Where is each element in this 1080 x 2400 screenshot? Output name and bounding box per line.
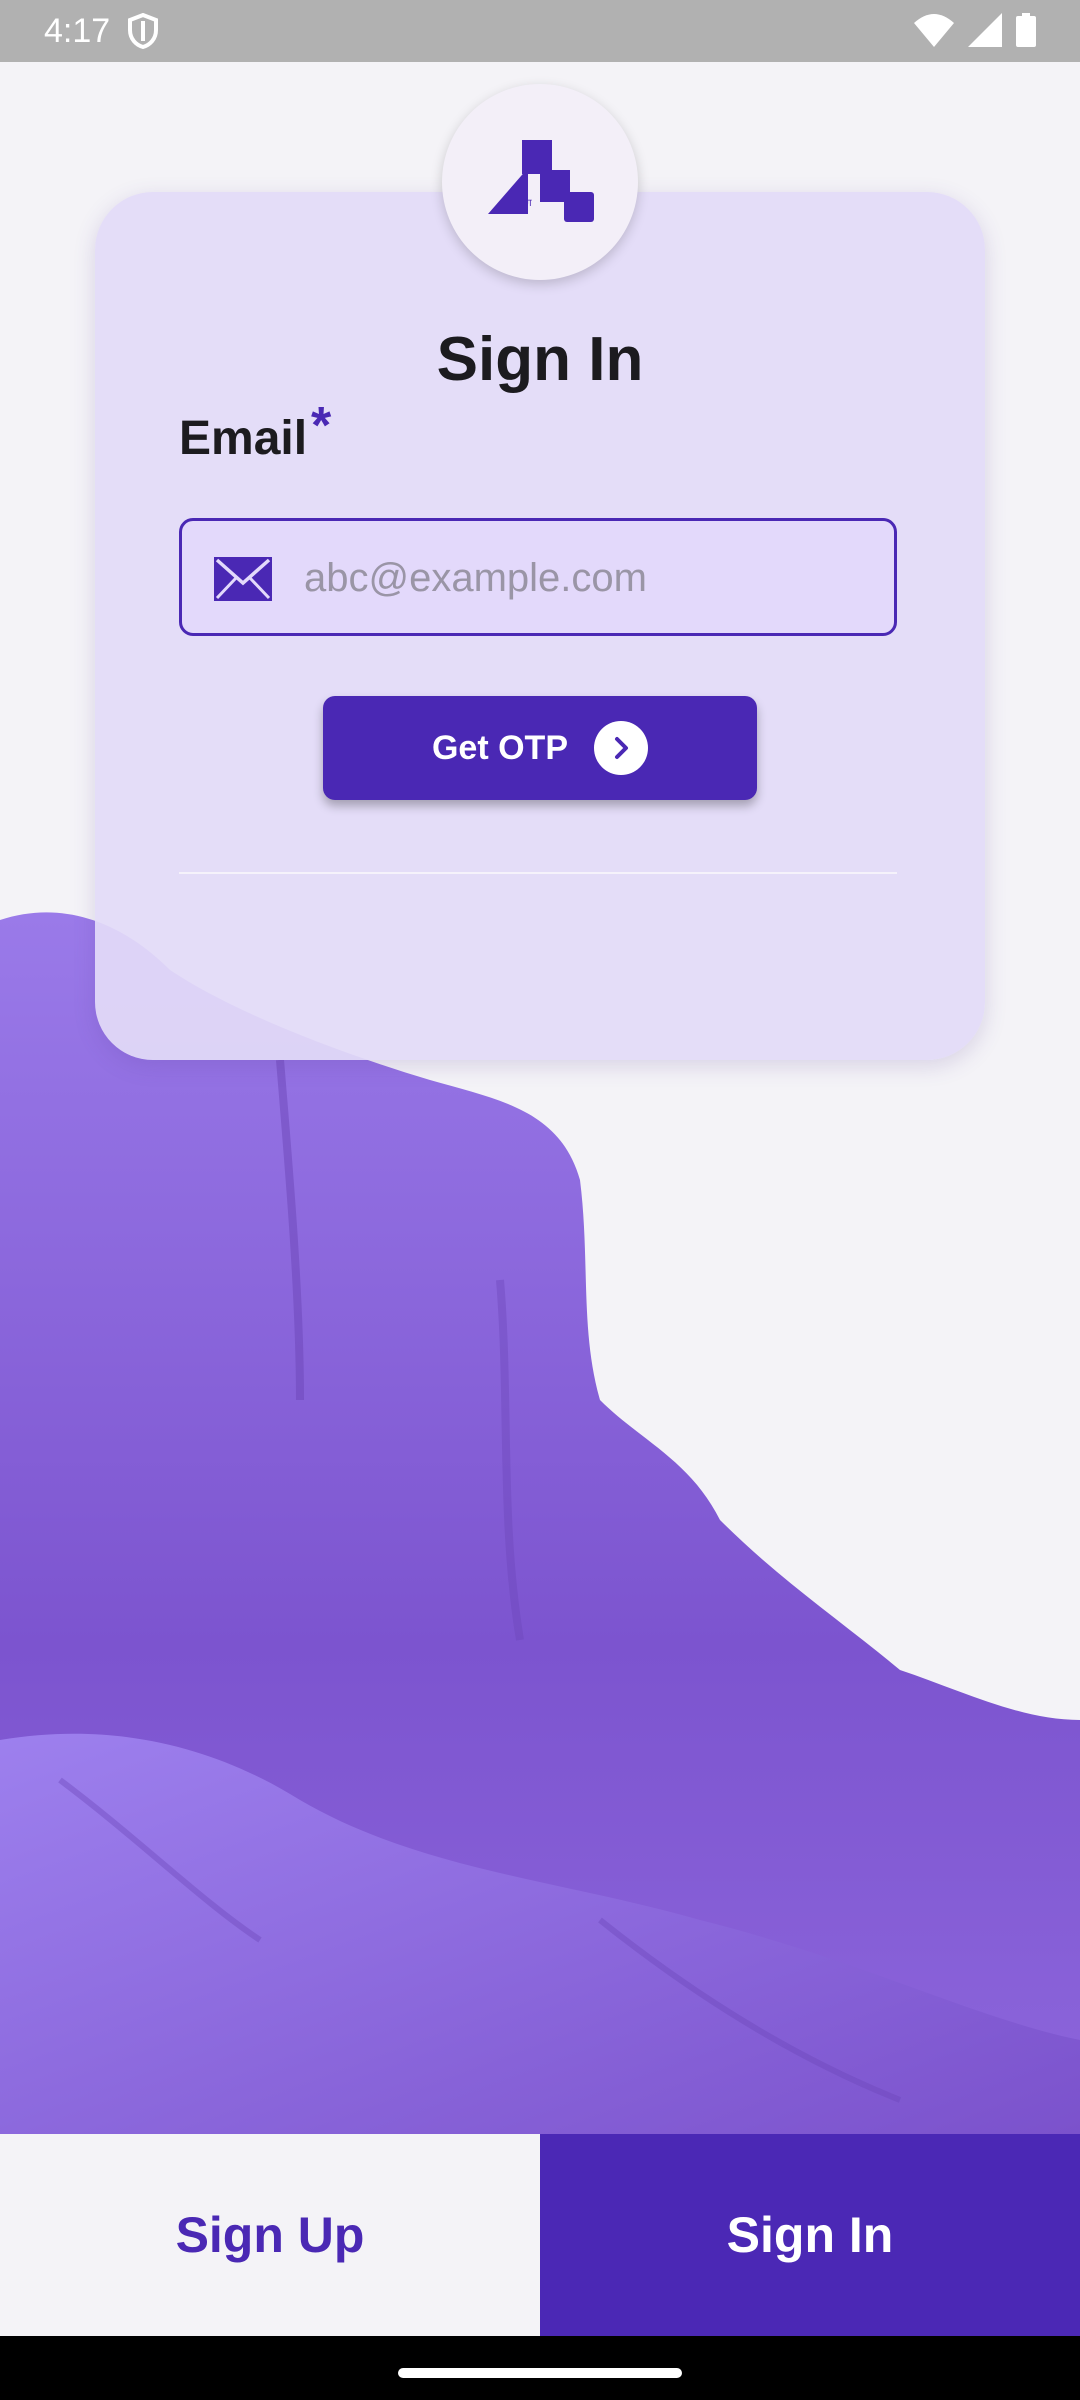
signal-icon [968,13,1002,52]
battery-icon [1016,13,1036,52]
email-field[interactable] [179,518,897,636]
email-input[interactable] [302,541,866,615]
status-bar: 4:17 [0,0,1080,62]
svg-text:ग: ग [526,198,532,209]
tab-sign-up[interactable]: Sign Up [0,2134,540,2336]
tab-sign-in[interactable]: Sign In [540,2134,1080,2336]
page-title: Sign In [436,325,644,394]
tab-sign-up-label: Sign Up [175,2207,365,2263]
mail-icon [214,557,272,606]
app-logo-icon: ग [488,140,594,222]
navigation-bar [0,2336,1080,2400]
auth-tabs: Sign Up Sign In [0,2134,1080,2336]
shield-icon [128,12,158,54]
app-logo: ग [442,84,638,280]
background-illustration [0,912,1080,2134]
tab-sign-in-label: Sign In [726,2207,894,2263]
system-icons [914,13,1036,52]
home-handle[interactable] [398,2368,682,2378]
email-label: Email [179,412,308,465]
wifi-icon [914,13,954,52]
get-otp-label: Get OTP [431,728,569,767]
divider [179,872,897,874]
chevron-right-icon [594,721,649,775]
required-indicator: * [311,397,332,455]
status-time: 4:17 [44,12,111,50]
get-otp-button[interactable]: Get OTP [323,696,757,800]
